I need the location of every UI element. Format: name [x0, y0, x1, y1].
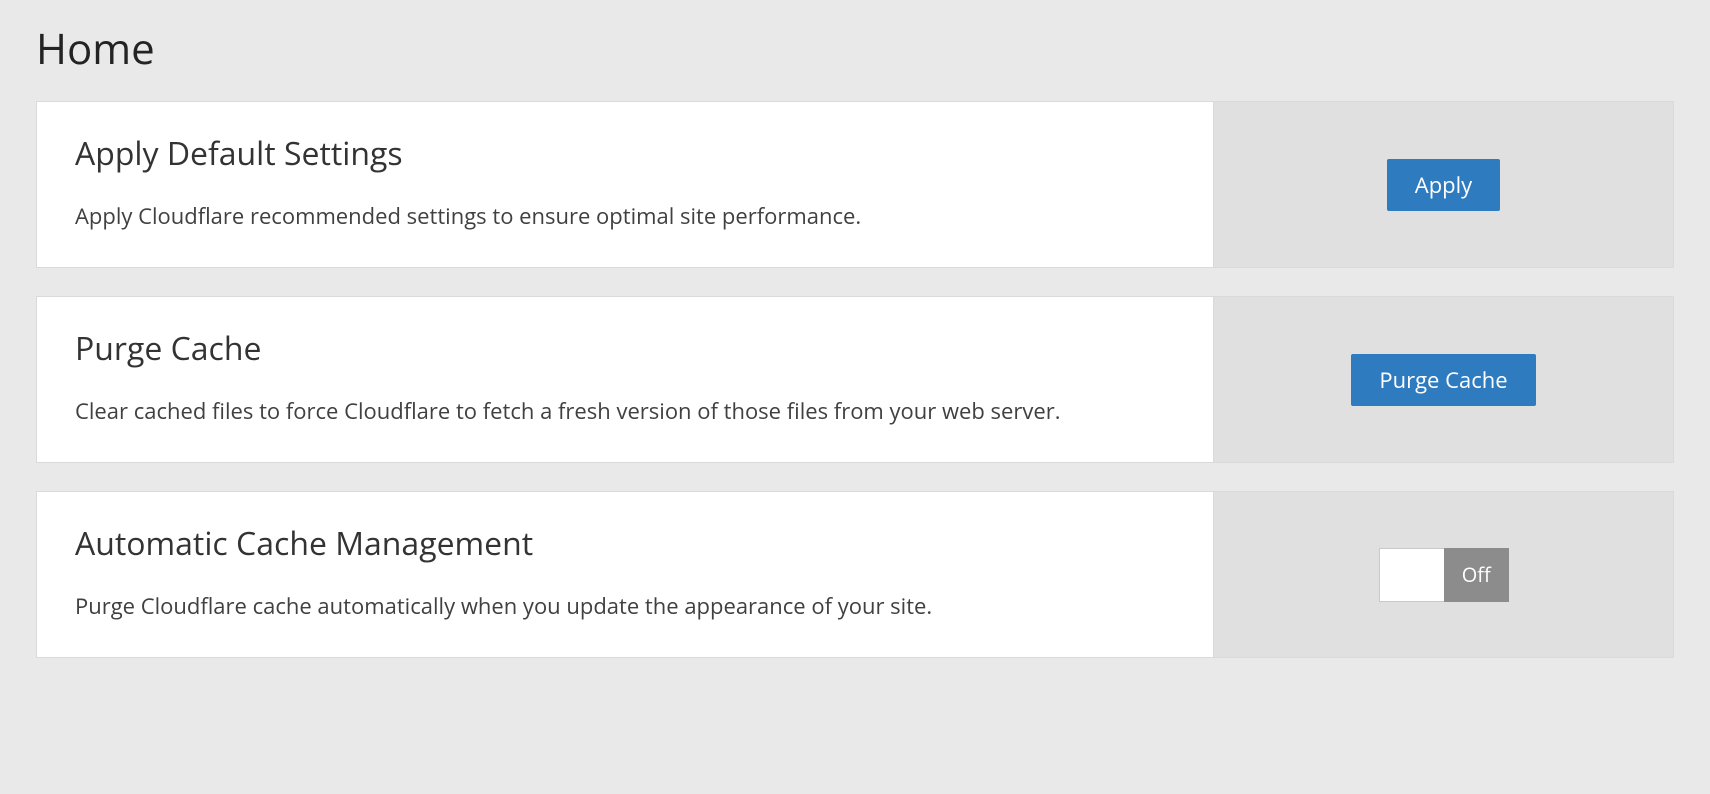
toggle-state-label: Off [1444, 548, 1509, 602]
card-content: Automatic Cache Management Purge Cloudfl… [37, 492, 1213, 657]
purge-cache-button[interactable]: Purge Cache [1351, 354, 1535, 406]
card-apply-default-settings: Apply Default Settings Apply Cloudflare … [36, 101, 1674, 268]
card-purge-cache: Purge Cache Clear cached files to force … [36, 296, 1674, 463]
card-automatic-cache-management: Automatic Cache Management Purge Cloudfl… [36, 491, 1674, 658]
toggle-track [1379, 548, 1445, 602]
card-action-area: Purge Cache [1213, 297, 1673, 462]
card-title: Automatic Cache Management [75, 522, 1175, 565]
card-content: Apply Default Settings Apply Cloudflare … [37, 102, 1213, 267]
card-description: Clear cached files to force Cloudflare t… [75, 394, 1175, 428]
auto-cache-toggle[interactable]: Off [1379, 548, 1509, 602]
card-title: Apply Default Settings [75, 132, 1175, 175]
card-description: Purge Cloudflare cache automatically whe… [75, 589, 1175, 623]
card-action-area: Off [1213, 492, 1673, 657]
page-title: Home [36, 20, 1674, 77]
card-content: Purge Cache Clear cached files to force … [37, 297, 1213, 462]
card-action-area: Apply [1213, 102, 1673, 267]
card-description: Apply Cloudflare recommended settings to… [75, 199, 1175, 233]
card-title: Purge Cache [75, 327, 1175, 370]
apply-button[interactable]: Apply [1387, 159, 1500, 211]
